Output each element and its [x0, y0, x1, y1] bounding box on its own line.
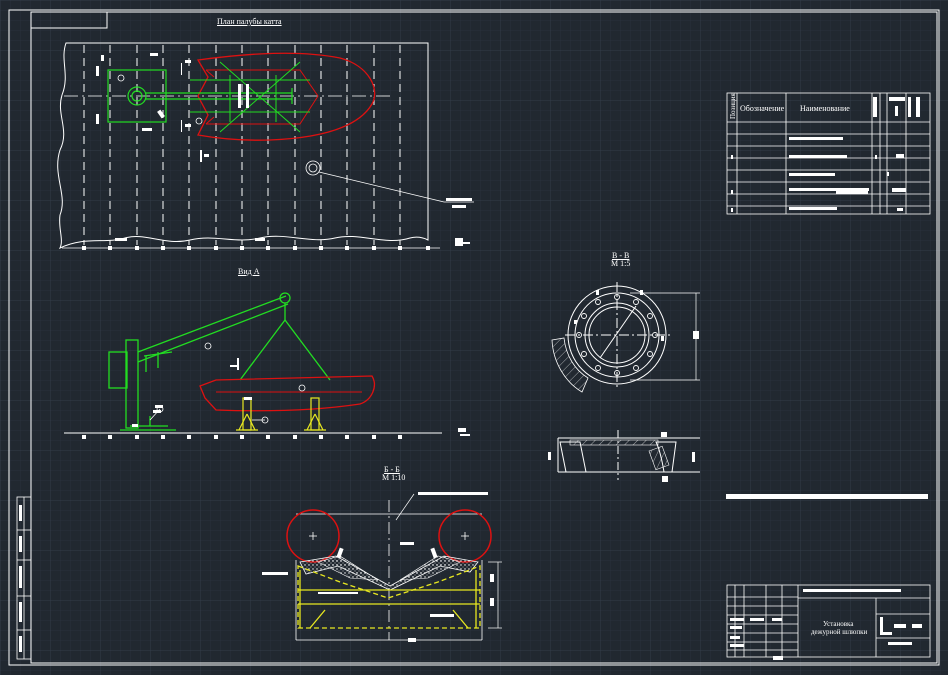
section-v-v-scale: М 1:5 — [611, 259, 631, 268]
cad-drawing-canvas[interactable] — [0, 0, 948, 675]
view-a-title: Вид А — [238, 267, 260, 276]
background-grid — [0, 0, 948, 675]
spec-col-name: Наименование — [800, 104, 850, 113]
spec-col-position: Позиция — [729, 93, 737, 119]
plan-view-title: План палубы катта — [217, 17, 282, 26]
title-block-separator-bar — [726, 494, 928, 499]
spec-col-designation: Обозначение — [740, 104, 785, 113]
title-block-title-line2: дежурной шлюпки — [811, 628, 868, 636]
section-b-b-scale: М 1:10 — [382, 473, 406, 482]
